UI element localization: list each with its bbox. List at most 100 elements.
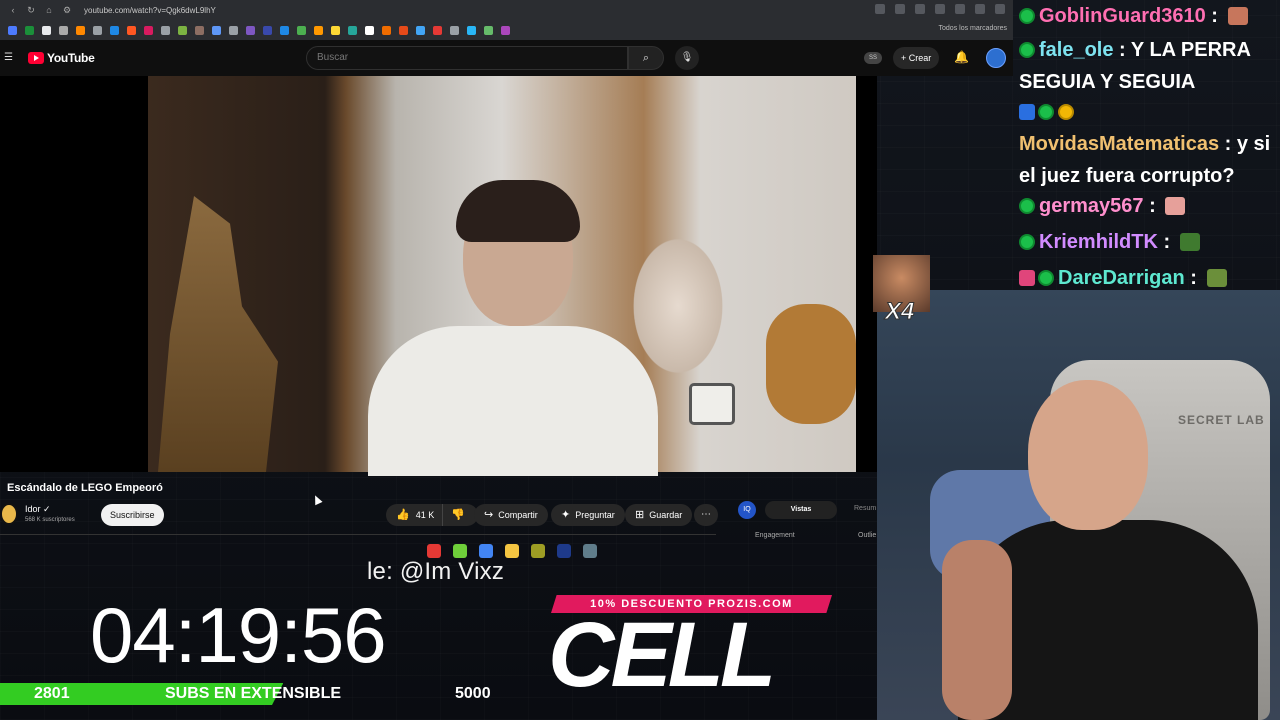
- bookmark-icon[interactable]: [467, 25, 476, 35]
- all-bookmarks-folder[interactable]: Todos los marcadores: [939, 25, 1007, 32]
- home-icon[interactable]: ⌂: [44, 5, 54, 15]
- install-icon[interactable]: [895, 4, 905, 14]
- bookmark-icon[interactable]: [195, 25, 204, 35]
- save-button[interactable]: ⊞ Guardar: [625, 504, 693, 526]
- chat-username[interactable]: germay567: [1039, 195, 1144, 217]
- chat-username[interactable]: KriemhildTK: [1039, 231, 1158, 253]
- bookmark-icon[interactable]: [314, 25, 323, 35]
- chat-username[interactable]: DareDarrigan: [1058, 267, 1185, 289]
- taskbar-app-icon[interactable]: [453, 544, 467, 558]
- url-text[interactable]: youtube.com/watch?v=Qgk6dwL9lhY: [84, 6, 216, 15]
- chat-emote-icon: [1165, 197, 1186, 215]
- like-button[interactable]: 👍 41 K: [386, 504, 444, 526]
- site-info-icon[interactable]: ⚙: [62, 5, 72, 15]
- bookmark-icon[interactable]: [365, 25, 374, 35]
- taskbar-app-icon[interactable]: [531, 544, 545, 558]
- taskbar-app-icon[interactable]: [427, 544, 441, 558]
- plus-icon: +: [901, 53, 909, 63]
- share-button[interactable]: ↪ Compartir: [474, 504, 548, 526]
- account-avatar[interactable]: [986, 48, 1006, 68]
- more-actions-icon[interactable]: ⋯: [694, 504, 718, 526]
- sparkle-icon: ✦: [561, 509, 571, 521]
- extension-logo-icon[interactable]: IQ: [738, 501, 756, 519]
- browser-toolbar-icons: [875, 4, 1005, 14]
- youtube-logo[interactable]: YouTube: [28, 51, 95, 65]
- bookmark-icon[interactable]: [416, 25, 425, 35]
- bookmark-icon[interactable]: [433, 25, 442, 35]
- bookmark-icon[interactable]: [399, 25, 408, 35]
- chat-message: GoblinGuard3610 :: [1019, 0, 1280, 32]
- video-person-body: [368, 326, 658, 476]
- bookmark-icon[interactable]: [42, 25, 51, 35]
- bookmark-icon[interactable]: [297, 25, 306, 35]
- bookmark-icon[interactable]: [212, 25, 221, 35]
- bookmark-icon[interactable]: [144, 25, 153, 35]
- channel-name[interactable]: Idor ✓: [25, 504, 51, 515]
- bookmark-icon[interactable]: [382, 25, 391, 35]
- taskbar-app-icon[interactable]: [583, 544, 597, 558]
- video-light-switch: [689, 383, 735, 425]
- chat-message: DareDarrigan :: [1019, 262, 1280, 290]
- search-icon[interactable]: ⌕: [628, 46, 664, 70]
- chat-badge-icon: [1019, 42, 1035, 58]
- bookmark-icon[interactable]: [246, 25, 255, 35]
- profile-icon[interactable]: [995, 4, 1005, 14]
- info-divider: [0, 534, 716, 535]
- share-icon: ↪: [484, 509, 494, 521]
- back-icon[interactable]: ‹: [8, 5, 18, 15]
- emote-multiplier: X4: [884, 298, 915, 326]
- create-button[interactable]: + Crear: [893, 47, 940, 69]
- extensions-puzzle-icon[interactable]: [955, 4, 965, 14]
- bookmark-icon[interactable]: [178, 25, 187, 35]
- bookmark-icon[interactable]: [161, 25, 170, 35]
- ask-label: Preguntar: [575, 510, 615, 520]
- bookmark-icon[interactable]: [484, 25, 493, 35]
- bookmark-icon[interactable]: [127, 25, 136, 35]
- chat-message: MovidasMatematicas : y si el juez fuera …: [1019, 96, 1280, 192]
- microphone-icon[interactable]: 🎙: [675, 46, 699, 70]
- taskbar-app-icon[interactable]: [557, 544, 571, 558]
- bookmark-icon[interactable]: [280, 25, 289, 35]
- bookmark-icon[interactable]: [229, 25, 238, 35]
- notifications-bell-icon[interactable]: 🔔: [954, 50, 969, 64]
- chat-username[interactable]: fale_ole: [1039, 39, 1113, 61]
- chat-badge-icon: [1019, 234, 1035, 250]
- extension-icon[interactable]: [935, 4, 945, 14]
- taskbar-app-icon[interactable]: [505, 544, 519, 558]
- video-person: [368, 180, 658, 476]
- extension-tab-views[interactable]: Vistas: [765, 501, 837, 519]
- dislike-button[interactable]: 👎: [443, 504, 473, 526]
- bookmark-icon[interactable]: [76, 25, 85, 35]
- video-player[interactable]: [148, 76, 856, 476]
- search-input[interactable]: Buscar: [306, 46, 628, 70]
- zoom-icon[interactable]: [875, 4, 885, 14]
- bookmark-icon[interactable]: [263, 25, 272, 35]
- channel-avatar[interactable]: [0, 503, 18, 525]
- chat-message: fale_ole : Y LA PERRA SEGUIA Y SEGUIA: [1019, 39, 1251, 93]
- extension-tab-summary[interactable]: Resum: [854, 505, 876, 512]
- bookmark-icon[interactable]: [8, 25, 17, 35]
- bookmark-icon[interactable]: [59, 25, 68, 35]
- streamer-arm: [942, 540, 1012, 720]
- bookmark-icon[interactable]: [93, 25, 102, 35]
- taskbar-app-icon[interactable]: [479, 544, 493, 558]
- bookmark-icon[interactable]: [25, 25, 34, 35]
- subscribe-button[interactable]: Suscribirse: [101, 504, 164, 526]
- bookmark-star-icon[interactable]: [915, 4, 925, 14]
- bookmark-icon[interactable]: [110, 25, 119, 35]
- bookmark-icon[interactable]: [348, 25, 357, 35]
- bookmark-icon[interactable]: [501, 25, 510, 35]
- subs-goal-bar: 2801 SUBS EN EXTENSIBLE 5000: [0, 683, 506, 705]
- bookmark-icon[interactable]: [450, 25, 459, 35]
- reload-icon[interactable]: ↻: [26, 5, 36, 15]
- download-icon[interactable]: [975, 4, 985, 14]
- menu-icon[interactable]: ☰: [4, 53, 13, 63]
- verified-icon: ✓: [43, 504, 51, 514]
- chat-username[interactable]: GoblinGuard3610: [1039, 5, 1206, 27]
- ss-badge[interactable]: SS: [864, 52, 882, 64]
- browser-chrome: ‹ ↻ ⌂ ⚙ youtube.com/watch?v=Qgk6dwL9lhY …: [0, 0, 1013, 40]
- chat-username[interactable]: MovidasMatematicas: [1019, 133, 1219, 155]
- bookmark-icon[interactable]: [331, 25, 340, 35]
- ask-button[interactable]: ✦ Preguntar: [551, 504, 625, 526]
- youtube-play-icon: [28, 52, 44, 64]
